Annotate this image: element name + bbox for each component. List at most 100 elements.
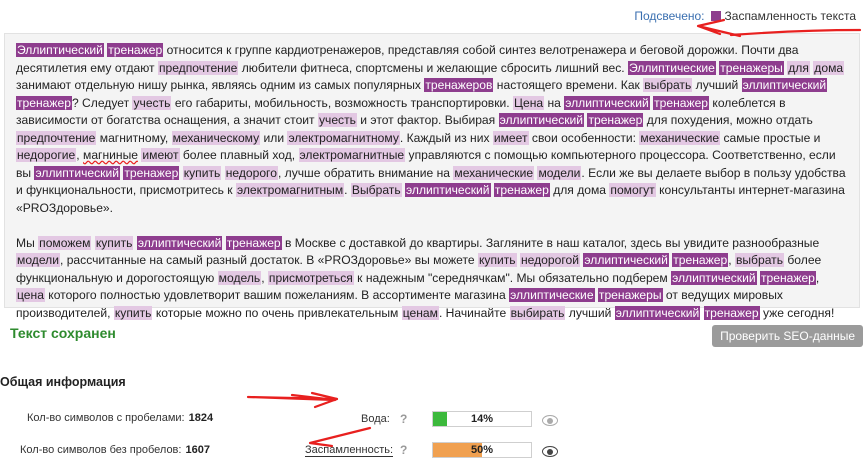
text-fragment: лучший bbox=[565, 305, 615, 320]
spam-keyword-strong: тренажер bbox=[759, 270, 816, 285]
spam-keyword: выбирать bbox=[509, 305, 566, 320]
spam-keyword: выбрать bbox=[643, 78, 693, 92]
spam-keyword: для bbox=[787, 60, 810, 75]
spam-keyword-strong: тренажеров bbox=[424, 78, 494, 92]
spam-keyword: купить bbox=[477, 253, 517, 267]
spam-keyword: учесть bbox=[317, 113, 357, 127]
text-fragment: . bbox=[344, 183, 351, 197]
spam-keyword: предпочтение bbox=[16, 130, 97, 145]
spam-keyword-strong: тренажер bbox=[493, 183, 550, 197]
water-progress-bar: 14% bbox=[432, 411, 532, 427]
spam-keyword: электромагнитному bbox=[287, 130, 400, 145]
spam-keyword: модель bbox=[217, 270, 262, 285]
spam-keyword-strong: эллиптический bbox=[136, 235, 223, 250]
chars-with-spaces-value: 1824 bbox=[188, 412, 214, 424]
spam-keyword-strong: Эллиптические bbox=[628, 60, 716, 75]
spam-keyword-strong: эллиптический bbox=[564, 95, 650, 110]
spam-keyword-strong: эллиптический bbox=[671, 270, 757, 285]
general-info-heading: Общая информация bbox=[0, 375, 126, 389]
text-fragment: для похудения, можно отдать bbox=[643, 113, 813, 127]
save-status: Текст сохранен bbox=[10, 325, 116, 341]
spam-help-icon[interactable]: ? bbox=[400, 443, 407, 457]
spam-keyword-strong: Эллиптический bbox=[16, 43, 104, 57]
spam-keyword-strong: тренажеры bbox=[719, 60, 784, 75]
text-fragment: для дома bbox=[549, 183, 610, 197]
text-fragment: магнитному, bbox=[96, 130, 172, 145]
text-fragment: , bbox=[815, 270, 820, 285]
spam-keyword: недорогой bbox=[519, 253, 580, 267]
spam-keyword: купить bbox=[113, 305, 153, 320]
legend-label[interactable]: Подсвечено: bbox=[634, 9, 704, 23]
spam-keyword: купить bbox=[94, 235, 134, 250]
text-fragment: в Москве с доставкой до квартиры. Заглян… bbox=[281, 235, 820, 250]
text-fragment: . Каждый из них bbox=[399, 130, 493, 145]
text-fragment: свои особенности: bbox=[528, 130, 640, 145]
spam-progress-bar: 50% bbox=[432, 442, 532, 458]
spam-keyword-strong: тренажер bbox=[107, 43, 164, 57]
spam-keyword: электромагнитные bbox=[298, 148, 406, 162]
check-seo-button[interactable]: Проверить SEO-данные bbox=[712, 325, 863, 347]
text-fragment: Мы bbox=[16, 235, 39, 250]
spam-keyword-strong: эллиптический bbox=[34, 165, 120, 180]
spam-keyword-strong: тренажер bbox=[703, 305, 760, 320]
text-fragment: любители фитнеса, спортсмены и желающие … bbox=[238, 60, 628, 75]
text-fragment: которые можно по очень привлекательным bbox=[152, 305, 402, 320]
spam-keyword: дома bbox=[813, 60, 845, 75]
spam-keyword: имеют bbox=[141, 148, 180, 162]
spam-keyword: модели bbox=[16, 253, 60, 267]
text-fragment: настоящего времени. Как bbox=[493, 78, 644, 92]
spam-keyword-strong: эллиптический bbox=[498, 113, 585, 127]
arrow-to-water-head bbox=[310, 391, 339, 409]
text-fragment: на bbox=[544, 95, 565, 110]
text-fragment: его габариты, мобильность, возможность т… bbox=[171, 95, 514, 110]
spam-keyword: присмотреться bbox=[267, 270, 354, 285]
spam-eye-icon[interactable] bbox=[542, 446, 558, 457]
text-fragment: уже сегодня! bbox=[759, 305, 835, 320]
spam-keyword: купить bbox=[182, 165, 222, 180]
spam-keyword: модели bbox=[537, 165, 582, 180]
spam-label[interactable]: Заспамленность: bbox=[305, 444, 394, 457]
spam-keyword: Цена bbox=[513, 95, 545, 110]
spam-keyword: имеет bbox=[492, 130, 529, 145]
spam-keyword-strong: тренажер bbox=[672, 253, 729, 267]
text-fragment: , bbox=[76, 148, 84, 162]
spam-keyword: Выбрать bbox=[350, 183, 402, 197]
spam-keyword: электромагнитным bbox=[235, 183, 345, 197]
text-fragment: более плавный ход, bbox=[179, 148, 299, 162]
spam-keyword: недорого bbox=[224, 165, 278, 180]
chars-with-spaces: Кол-во символов с пробелами: 1824 bbox=[27, 412, 213, 424]
text-paragraph: Мы поможем купить эллиптический тренажер… bbox=[16, 235, 849, 323]
spam-value: 50% bbox=[470, 444, 494, 456]
legend-swatch-icon bbox=[710, 11, 721, 21]
spam-keyword-strong: эллиптические bbox=[509, 288, 595, 302]
text-fragment: и этот фактор. Выбирая bbox=[356, 113, 499, 127]
spam-keyword: механические bbox=[639, 130, 721, 145]
water-help-icon[interactable]: ? bbox=[400, 412, 407, 426]
spam-keyword-strong: тренажер bbox=[225, 235, 282, 250]
text-paragraph: Эллиптический тренажер относится к групп… bbox=[16, 42, 849, 217]
text-fragment: самые простые и bbox=[720, 130, 821, 145]
spam-keyword-strong: эллиптический bbox=[405, 183, 491, 197]
spam-keyword: ценам bbox=[401, 305, 439, 320]
text-fragment: , bbox=[728, 253, 735, 267]
spam-keyword-strong: эллиптический bbox=[741, 78, 828, 92]
spam-keyword: недорогие bbox=[16, 148, 77, 162]
text-fragment: , bbox=[261, 270, 268, 285]
spam-keyword-strong: тренажер bbox=[16, 95, 72, 110]
water-eye-icon[interactable] bbox=[542, 415, 558, 426]
spam-keyword: выбрать bbox=[734, 253, 785, 267]
arrow-to-water bbox=[246, 393, 339, 402]
spam-keyword: механическому bbox=[171, 130, 261, 145]
spam-keyword-strong: тренажеры bbox=[597, 288, 663, 302]
text-fragment: к надежным "середнячкам". Мы обязательно… bbox=[353, 270, 672, 285]
text-fragment: лучший bbox=[692, 78, 742, 92]
spam-keyword: предпочтение bbox=[157, 60, 239, 75]
text-fragment: которого полностью удовлетворит вашим по… bbox=[44, 288, 510, 302]
highlighted-text-area[interactable]: Эллиптический тренажер относится к групп… bbox=[4, 33, 860, 320]
misspelled-word: магниные bbox=[83, 148, 138, 162]
spam-keyword-strong: эллиптический bbox=[583, 253, 669, 267]
chars-with-spaces-label: Кол-во символов с пробелами: bbox=[27, 412, 185, 424]
spam-keyword-strong: тренажер bbox=[587, 113, 644, 127]
text-fragment: , рассчитанные на самый разный достаток.… bbox=[59, 253, 478, 267]
chars-without-spaces-label: Кол-во символов без пробелов: bbox=[20, 444, 182, 456]
